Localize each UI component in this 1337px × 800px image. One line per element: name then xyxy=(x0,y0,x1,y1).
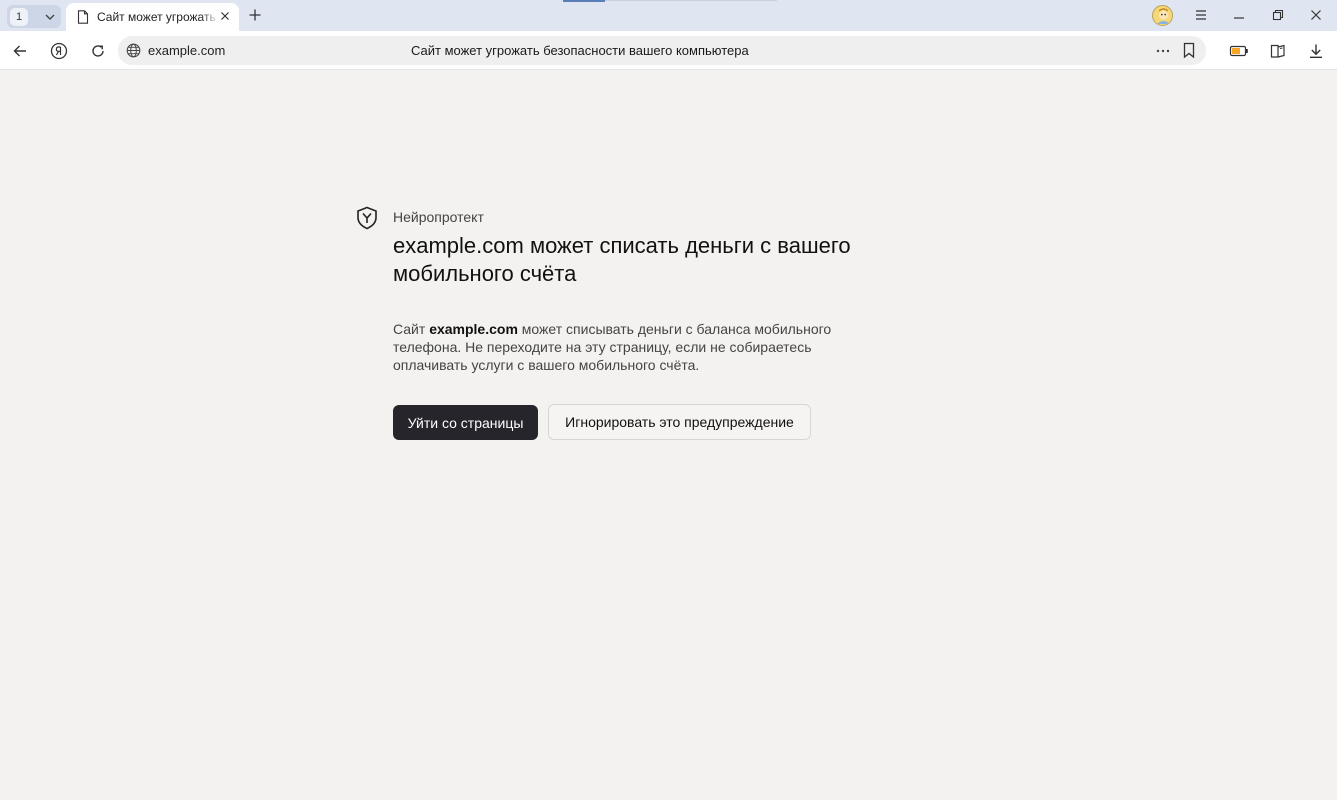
battery-saver-icon xyxy=(1229,45,1248,57)
tab-strip: 1 Сайт может угрожать безопасности вашег… xyxy=(0,0,1337,31)
restore-button[interactable] xyxy=(1268,5,1288,25)
chevron-down-icon xyxy=(42,9,58,25)
minimize-button[interactable] xyxy=(1229,5,1249,25)
downloads-button[interactable] xyxy=(1306,41,1326,61)
reload-button[interactable] xyxy=(88,41,108,61)
tab-title: Сайт может угрожать безопасности вашего … xyxy=(97,10,219,24)
close-icon xyxy=(1311,10,1321,20)
more-dots-icon[interactable] xyxy=(1155,43,1171,59)
address-bar[interactable]: example.com Сайт может угрожать безопасн… xyxy=(118,36,1206,65)
ignore-warning-button[interactable]: Игнорировать это предупреждение xyxy=(548,404,811,440)
new-tab-plus-icon[interactable] xyxy=(247,7,263,23)
minimize-icon xyxy=(1234,17,1244,19)
desc-prefix: Сайт xyxy=(393,321,430,337)
globe-icon[interactable] xyxy=(126,43,141,58)
hamburger-menu-icon xyxy=(1196,10,1206,20)
menu-button[interactable] xyxy=(1191,5,1211,25)
restore-icon xyxy=(1272,9,1284,21)
shield-icon xyxy=(357,206,377,230)
yandex-button[interactable] xyxy=(49,41,69,61)
profile-avatar[interactable] xyxy=(1152,5,1173,26)
tab-strip-line xyxy=(605,0,777,1)
close-window-button[interactable] xyxy=(1306,5,1326,25)
page-title: Сайт может угрожать безопасности вашего … xyxy=(411,43,749,58)
download-icon xyxy=(1310,44,1322,58)
back-button[interactable] xyxy=(10,41,30,61)
tab-counter-button[interactable]: 1 xyxy=(7,5,61,28)
desc-domain: example.com xyxy=(429,321,518,337)
url-text[interactable]: example.com xyxy=(148,43,225,58)
browser-toolbar: example.com Сайт может угрожать безопасн… xyxy=(0,31,1337,70)
document-icon xyxy=(77,10,89,24)
tab-count-badge: 1 xyxy=(10,7,28,26)
reload-icon xyxy=(92,45,104,57)
warning-headline: example.com может списать деньги с вашег… xyxy=(393,233,851,286)
protection-brand-label: Нейропротект xyxy=(393,209,484,225)
collections-button[interactable] xyxy=(1268,41,1288,61)
tab-strip-accent xyxy=(563,0,605,2)
warning-description: Сайт example.com может списывать деньги … xyxy=(393,320,843,374)
battery-saver-button[interactable] xyxy=(1229,41,1249,61)
leave-page-button[interactable]: Уйти со страницы xyxy=(393,405,538,440)
yandex-logo-icon xyxy=(50,42,68,60)
collections-icon xyxy=(1270,44,1285,58)
warning-page: Нейропротект example.com может списать д… xyxy=(0,70,1337,800)
bookmark-icon[interactable] xyxy=(1181,42,1197,59)
back-arrow-icon xyxy=(13,45,26,57)
tab-active[interactable]: Сайт может угрожать безопасности вашего … xyxy=(66,3,239,31)
close-icon[interactable] xyxy=(219,10,231,22)
